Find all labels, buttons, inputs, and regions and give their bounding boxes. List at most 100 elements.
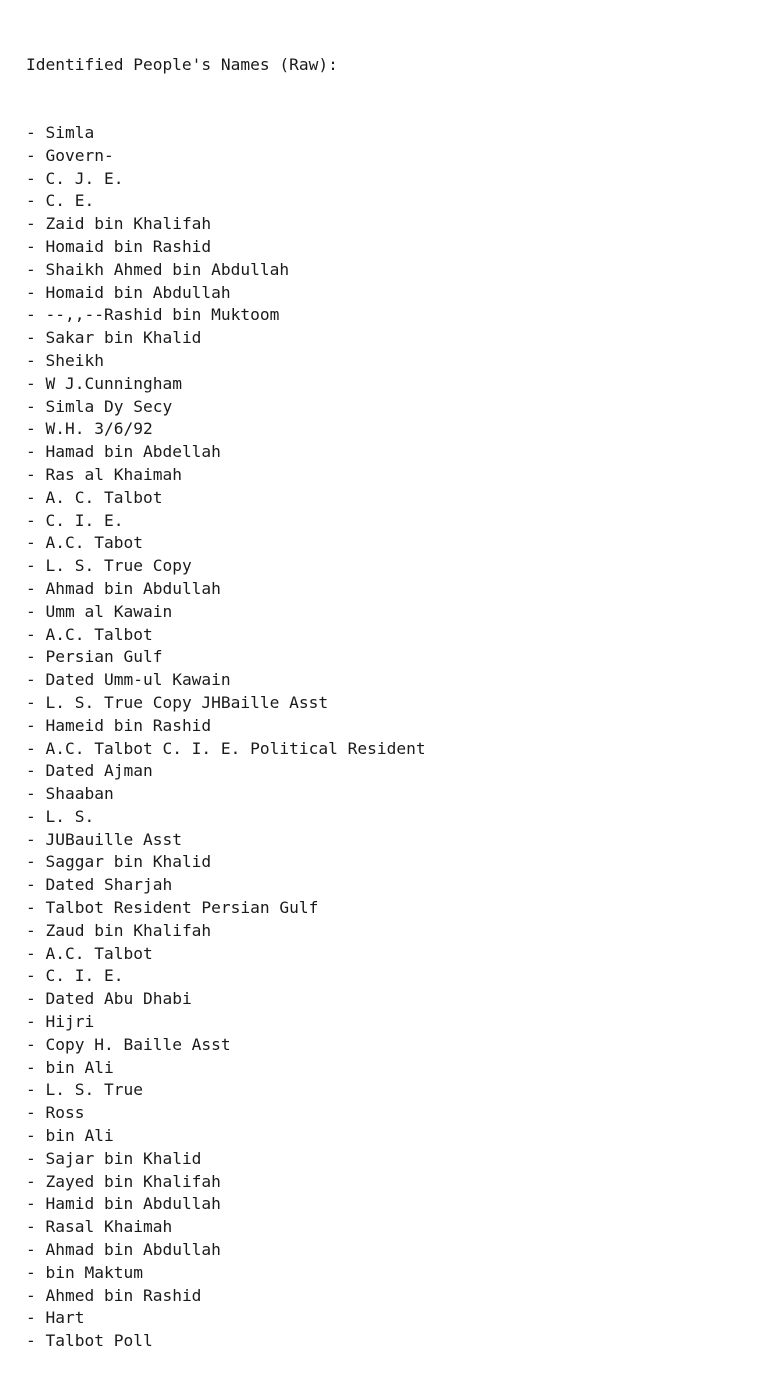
list-bullet: - [26, 442, 46, 462]
list-item-text: A. C. Talbot [45, 487, 163, 507]
list-item-text: A.C. Talbot C. I. E. Political Resident [45, 738, 426, 758]
list-bullet: - [26, 510, 46, 530]
list-item-text: Dated Ajman [45, 761, 153, 781]
list-bullet: - [26, 145, 46, 165]
list-bullet: - [26, 1331, 46, 1351]
list-item-text: A.C. Tabot [45, 533, 143, 553]
list-item-text: Ahmad bin Abdullah [45, 1240, 221, 1260]
list-bullet: - [26, 1171, 46, 1191]
list-item: - Simla [26, 122, 426, 145]
list-bullet: - [26, 1126, 46, 1146]
list-item: - --,,--Rashid bin Muktoom [26, 304, 426, 327]
list-bullet: - [26, 601, 46, 621]
list-item-text: Ras al Khaimah [45, 464, 182, 484]
list-item: - Zaid bin Khalifah [26, 213, 426, 236]
list-bullet: - [26, 989, 46, 1009]
list-item: - Copy H. Baille Asst [26, 1034, 426, 1057]
list-bullet: - [26, 1103, 46, 1123]
list-bullet: - [26, 259, 46, 279]
document-heading: Identified People's Names (Raw): [26, 54, 338, 74]
list-item-text: Hamid bin Abdullah [45, 1194, 221, 1214]
list-item: - Ahmed bin Rashid [26, 1285, 426, 1308]
list-item-text: bin Ali [45, 1057, 114, 1077]
list-item: - Rasal Khaimah [26, 1216, 426, 1239]
list-item: - C. I. E. [26, 965, 426, 988]
list-item: - Simla Dy Secy [26, 396, 426, 419]
list-item: - Sajar bin Khalid [26, 1148, 426, 1171]
list-item-text: Sheikh [45, 350, 104, 370]
list-item-text: Saggar bin Khalid [45, 852, 212, 872]
list-item: - Ahmad bin Abdullah [26, 1239, 426, 1262]
list-item: - A.C. Talbot [26, 624, 426, 647]
list-bullet: - [26, 670, 46, 690]
list-item-text: Simla [45, 122, 95, 142]
list-item-text: Shaikh Ahmed bin Abdullah [45, 259, 290, 279]
list-item: - W J.Cunningham [26, 373, 426, 396]
list-item-text: W J.Cunningham [45, 373, 182, 393]
list-item-text: C. E. [45, 191, 95, 211]
list-item: - L. S. [26, 806, 426, 829]
list-bullet: - [26, 784, 46, 804]
list-item: - Homaid bin Abdullah [26, 282, 426, 305]
list-bullet: - [26, 578, 46, 598]
list-item: - Dated Ajman [26, 760, 426, 783]
list-bullet: - [26, 806, 46, 826]
list-bullet: - [26, 647, 46, 667]
list-item-text: Hamad bin Abdellah [45, 442, 221, 462]
list-bullet: - [26, 1285, 46, 1305]
list-bullet: - [26, 920, 46, 940]
name-list: - Simla - Govern- - C. J. E. - C. E. - Zaid … [26, 122, 426, 1353]
list-item-text: L. S. True Copy [45, 556, 192, 576]
list-bullet: - [26, 533, 46, 553]
list-item-text: Talbot Poll [45, 1331, 153, 1351]
list-item: - Saggar bin Khalid [26, 851, 426, 874]
list-item-text: Govern- [45, 145, 114, 165]
list-bullet: - [26, 624, 46, 644]
list-item-text: L. S. True Copy JHBaille Asst [45, 692, 329, 712]
list-item: - Dated Sharjah [26, 874, 426, 897]
list-item-text: Persian Gulf [45, 647, 163, 667]
list-item: - Shaaban [26, 783, 426, 806]
list-item-text: Ahmad bin Abdullah [45, 578, 221, 598]
list-bullet: - [26, 1262, 46, 1282]
list-item: - Dated Abu Dhabi [26, 988, 426, 1011]
list-item: - bin Ali [26, 1125, 426, 1148]
list-bullet: - [26, 875, 46, 895]
list-item-text: JUBauille Asst [45, 829, 182, 849]
list-bullet: - [26, 464, 46, 484]
list-bullet: - [26, 419, 46, 439]
list-bullet: - [26, 282, 46, 302]
list-item-text: Simla Dy Secy [45, 396, 173, 416]
list-bullet: - [26, 556, 46, 576]
list-bullet: - [26, 966, 46, 986]
list-item: - Zayed bin Khalifah [26, 1171, 426, 1194]
list-bullet: - [26, 214, 46, 234]
list-item: - C. E. [26, 190, 426, 213]
list-item-text: C. I. E. [45, 966, 124, 986]
list-bullet: - [26, 1194, 46, 1214]
list-bullet: - [26, 487, 46, 507]
list-item-text: Zaud bin Khalifah [45, 920, 212, 940]
list-item-text: Hijri [45, 1012, 95, 1032]
list-item: - Dated Umm-ul Kawain [26, 669, 426, 692]
list-item-text: A.C. Talbot [45, 624, 153, 644]
list-item-text: --,,--Rashid bin Muktoom [45, 305, 280, 325]
list-item: - A. C. Talbot [26, 487, 426, 510]
list-item: - A.C. Tabot [26, 532, 426, 555]
list-item: - Homaid bin Rashid [26, 236, 426, 259]
list-item: - Zaud bin Khalifah [26, 920, 426, 943]
list-bullet: - [26, 852, 46, 872]
list-item: - Talbot Poll [26, 1330, 426, 1353]
list-item: - Hijri [26, 1011, 426, 1034]
list-bullet: - [26, 1057, 46, 1077]
list-bullet: - [26, 829, 46, 849]
list-bullet: - [26, 1080, 46, 1100]
list-item-text: L. S. [45, 806, 95, 826]
list-item-text: Ahmed bin Rashid [45, 1285, 202, 1305]
list-item-text: Zayed bin Khalifah [45, 1171, 221, 1191]
list-item-text: C. I. E. [45, 510, 124, 530]
list-item-text: Hameid bin Rashid [45, 715, 212, 735]
list-item-text: Dated Abu Dhabi [45, 989, 192, 1009]
list-item-text: Dated Sharjah [45, 875, 173, 895]
list-item: - Shaikh Ahmed bin Abdullah [26, 259, 426, 282]
